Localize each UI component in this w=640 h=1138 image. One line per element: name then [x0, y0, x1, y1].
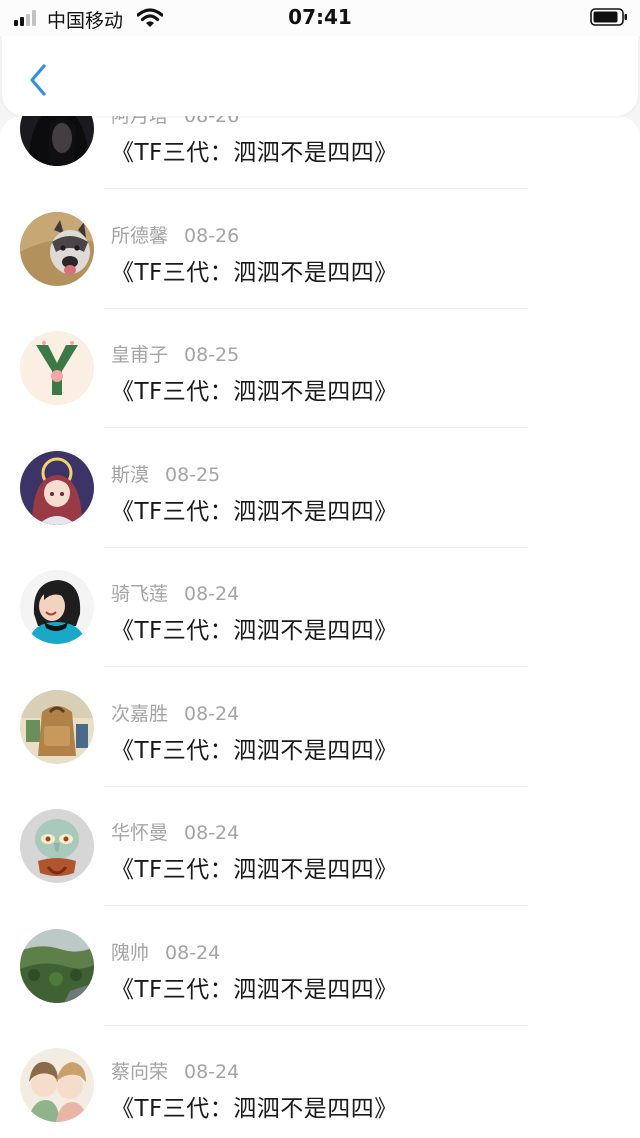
list-item[interactable]: 华怀曼 08-24 《TF三代：泗泗不是四四》	[0, 809, 640, 929]
commenter-name: 所德馨	[111, 224, 169, 247]
commenter-info: 蔡向荣 08-24	[111, 1057, 239, 1084]
comment-date: 08-26	[184, 224, 240, 247]
commenter-info: 斯漠 08-25	[111, 460, 220, 487]
list-item[interactable]: 次嘉胜 08-24 《TF三代：泗泗不是四四》	[0, 689, 640, 810]
commenter-name: 皇甫子	[111, 344, 169, 366]
list-item[interactable]: 阿月塔 08-26 《TF三代：泗泗不是四四》	[0, 116, 640, 212]
commenter-info: 骑飞莲 08-24	[111, 579, 239, 606]
avatar[interactable]	[20, 211, 94, 286]
commenter-name: 华怀曼	[111, 822, 169, 844]
commenter-info: 所德馨 08-26	[111, 221, 239, 248]
avatar-squidward-icon	[20, 809, 94, 883]
commenter-name: 隗帅	[111, 941, 150, 964]
avatar-backpack-icon	[20, 689, 94, 764]
comment-date: 08-25	[165, 463, 221, 486]
divider	[104, 1024, 528, 1026]
avatar[interactable]	[20, 450, 94, 525]
list-item[interactable]: 斯漠 08-25 《TF三代：泗泗不是四四》	[0, 450, 640, 571]
list-item[interactable]: 皇甫子 08-25 《TF三代：泗泗不是四四》	[0, 331, 640, 451]
divider	[104, 666, 528, 667]
comment-date: 08-24	[184, 702, 240, 725]
battery-icon	[590, 8, 627, 26]
commenter-info: 阿月塔 08-26	[111, 116, 239, 128]
divider	[104, 188, 528, 189]
avatar[interactable]	[20, 570, 94, 644]
avatar-letter-y-icon	[20, 331, 94, 405]
commenter-info: 次嘉胜 08-24	[111, 699, 239, 726]
comment-date: 08-24	[165, 941, 221, 964]
commenter-name: 次嘉胜	[111, 702, 169, 725]
commenter-name: 斯漠	[111, 463, 150, 486]
avatar[interactable]	[20, 689, 94, 764]
comment-title[interactable]: 《TF三代：泗泗不是四四》	[111, 731, 398, 765]
avatar[interactable]	[20, 1048, 94, 1122]
avatar-anime-girl-icon	[20, 450, 94, 525]
avatar[interactable]	[20, 116, 94, 166]
commenter-name: 阿月塔	[111, 116, 169, 127]
avatar[interactable]	[20, 928, 94, 1003]
avatar[interactable]	[20, 331, 94, 405]
avatar-child-icon	[20, 570, 94, 644]
status-time: 07:41	[288, 5, 352, 29]
comment-title[interactable]: 《TF三代：泗泗不是四四》	[111, 372, 398, 406]
divider	[104, 905, 528, 906]
list-item[interactable]: 所德馨 08-26 《TF三代：泗泗不是四四》	[0, 211, 640, 332]
divider	[104, 307, 528, 309]
list-item[interactable]: 骑飞莲 08-24 《TF三代：泗泗不是四四》	[0, 570, 640, 690]
comment-title[interactable]: 《TF三代：泗泗不是四四》	[111, 1089, 398, 1123]
avatar[interactable]	[20, 809, 94, 883]
commenter-info: 隗帅 08-24	[111, 938, 220, 965]
comment-date: 08-24	[184, 1061, 240, 1083]
back-arrow-icon[interactable]	[22, 60, 56, 100]
divider	[104, 785, 528, 787]
avatar-landscape-icon	[20, 928, 94, 1003]
status-bar: 中国移动 07:41	[0, 0, 640, 36]
commenter-info: 皇甫子 08-25	[111, 340, 239, 367]
commenter-info: 华怀曼 08-24	[111, 818, 239, 845]
comment-title[interactable]: 《TF三代：泗泗不是四四》	[111, 850, 398, 884]
comment-date: 08-24	[184, 822, 240, 844]
comment-date: 08-24	[184, 583, 240, 605]
comment-title[interactable]: 《TF三代：泗泗不是四四》	[111, 133, 398, 167]
avatar-dark-hair-icon	[20, 116, 94, 166]
comment-title[interactable]: 《TF三代：泗泗不是四四》	[111, 253, 398, 287]
comment-title[interactable]: 《TF三代：泗泗不是四四》	[111, 611, 398, 645]
comment-date: 08-26	[184, 116, 240, 127]
list-item[interactable]: 隗帅 08-24 《TF三代：泗泗不是四四》	[0, 928, 640, 1049]
comment-date: 08-25	[184, 344, 240, 366]
divider	[104, 546, 528, 548]
list-item[interactable]: 蔡向荣 08-24 《TF三代：泗泗不是四四》	[0, 1048, 640, 1138]
comment-title[interactable]: 《TF三代：泗泗不是四四》	[111, 970, 398, 1004]
comment-list[interactable]: 阿月塔 08-26 《TF三代：泗泗不是四四》 所德馨 08-26 《TF三代：…	[0, 116, 640, 1138]
avatar-cartoon-pair-icon	[20, 1048, 94, 1122]
commenter-name: 骑飞莲	[111, 583, 169, 605]
divider	[104, 427, 528, 428]
comment-title[interactable]: 《TF三代：泗泗不是四四》	[111, 492, 398, 526]
avatar-husky-dog-icon	[20, 211, 94, 286]
commenter-name: 蔡向荣	[111, 1061, 169, 1083]
